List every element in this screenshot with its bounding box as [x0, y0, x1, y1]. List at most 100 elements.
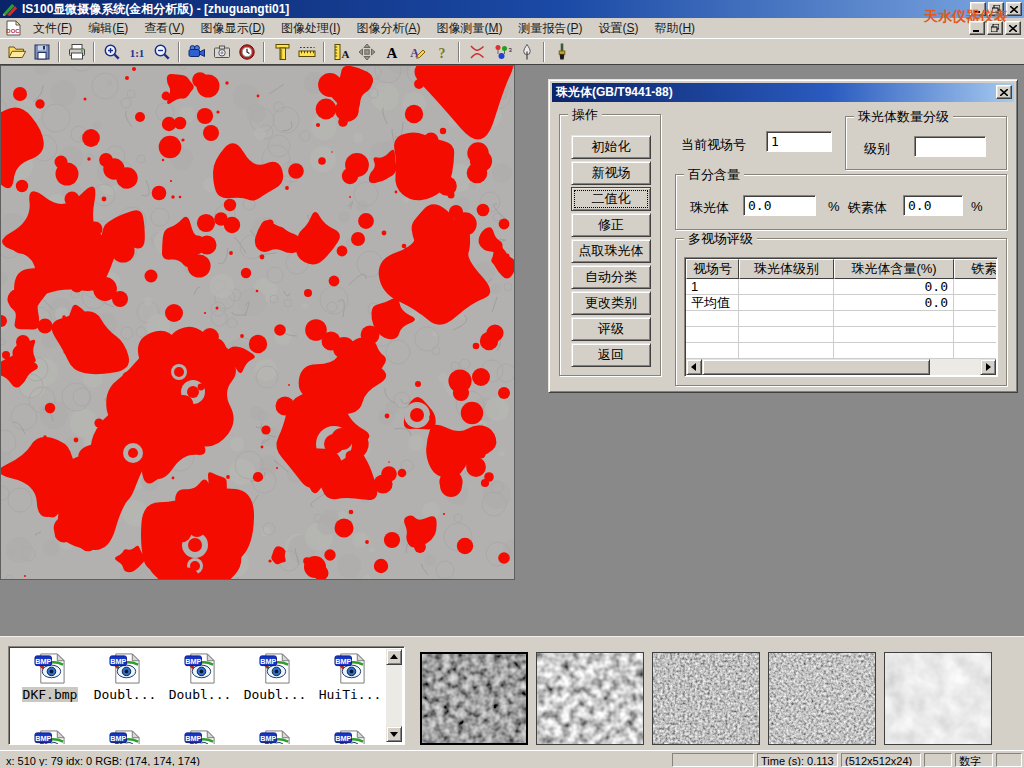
- grade-input[interactable]: [914, 136, 986, 157]
- menu-item-settings[interactable]: 设置(S): [590, 17, 646, 40]
- column-header[interactable]: 铁素体含量(%): [954, 259, 996, 279]
- table-row[interactable]: [686, 343, 996, 359]
- pearlite-input[interactable]: 0.0: [743, 195, 816, 216]
- pen-button[interactable]: [514, 40, 539, 63]
- correct-button[interactable]: 修正: [571, 213, 651, 237]
- menu-item-image-measure[interactable]: 图像测量(M): [428, 17, 510, 40]
- table-horizontal-scrollbar[interactable]: [686, 359, 996, 375]
- zoom-out-button[interactable]: [149, 40, 174, 63]
- print-button[interactable]: [64, 40, 89, 63]
- open-button[interactable]: [4, 40, 29, 63]
- file-item[interactable]: Doubl...: [163, 652, 237, 702]
- file-item[interactable]: [238, 729, 312, 745]
- file-item[interactable]: [313, 729, 387, 745]
- video-camera-button[interactable]: [184, 40, 209, 63]
- image-size: (512x512x24): [845, 755, 912, 767]
- scroll-left-button[interactable]: [686, 359, 702, 375]
- thumbnail-2[interactable]: [536, 652, 644, 745]
- grade-button[interactable]: 评级: [571, 317, 651, 341]
- toolbar-separator: [323, 42, 325, 62]
- dialog-close-button[interactable]: [996, 85, 1012, 99]
- table-row[interactable]: 平均值0.0: [686, 295, 996, 311]
- save-icon: [32, 42, 52, 62]
- file-item[interactable]: HuiTi...: [313, 652, 387, 702]
- scroll-up-button[interactable]: [386, 649, 402, 665]
- brush-button[interactable]: [549, 40, 574, 63]
- scroll-right-button[interactable]: [980, 359, 996, 375]
- table-cell: [954, 343, 996, 358]
- initialize-button[interactable]: 初始化: [571, 135, 651, 159]
- return-button[interactable]: 返回: [571, 343, 651, 367]
- table-row[interactable]: [686, 311, 996, 327]
- help-button[interactable]: ?: [429, 40, 454, 63]
- file-item[interactable]: DKF.bmp: [13, 652, 87, 702]
- table-cell: [739, 343, 834, 358]
- text-button[interactable]: A: [379, 40, 404, 63]
- thumbnail-5[interactable]: [884, 652, 992, 745]
- caliper-button[interactable]: A: [329, 40, 354, 63]
- zoom-in-button[interactable]: [99, 40, 124, 63]
- pick-pearlite-button[interactable]: 点取珠光体: [571, 239, 651, 263]
- new-field-button[interactable]: 新视场: [571, 161, 651, 185]
- file-name: HuiTi...: [318, 687, 383, 702]
- actual-size-button[interactable]: 1:1: [124, 40, 149, 63]
- table-row[interactable]: [686, 327, 996, 343]
- file-item[interactable]: [13, 729, 87, 745]
- menu-item-measure-report[interactable]: 测量报告(P): [510, 17, 590, 40]
- change-class-button[interactable]: 更改类别: [571, 291, 651, 315]
- micrograph-image[interactable]: [0, 65, 515, 580]
- save-button[interactable]: [29, 40, 54, 63]
- menu-item-help[interactable]: 帮助(H): [646, 17, 703, 40]
- dialog-title-bar[interactable]: 珠光体(GB/T9441-88): [552, 83, 1014, 102]
- file-scrollbar[interactable]: [386, 649, 402, 742]
- ruler-vertical-button[interactable]: [269, 40, 294, 63]
- file-item[interactable]: Doubl...: [88, 652, 162, 702]
- current-field-input[interactable]: 1: [766, 131, 832, 152]
- scroll-down-button[interactable]: [386, 726, 402, 742]
- menu-item-edit[interactable]: 编辑(E): [80, 17, 136, 40]
- scrollbar-track[interactable]: [930, 359, 980, 375]
- ferrite-input[interactable]: 0.0: [903, 195, 963, 216]
- mdi-minimize-button[interactable]: [969, 21, 985, 35]
- menu-item-image-display[interactable]: 图像显示(D): [192, 17, 273, 40]
- file-item[interactable]: [88, 729, 162, 745]
- clock-button[interactable]: [234, 40, 259, 63]
- auto-classify-button[interactable]: 自动分类: [571, 265, 651, 289]
- menu-item-image-process[interactable]: 图像处理(I): [273, 17, 348, 40]
- file-item[interactable]: [163, 729, 237, 745]
- curve-button[interactable]: [464, 40, 489, 63]
- thumbnail-3[interactable]: [652, 652, 760, 745]
- table-cell: [686, 311, 739, 326]
- status-empty-panel-1: [672, 753, 754, 767]
- menu-item-view[interactable]: 查看(V): [136, 17, 192, 40]
- file-browser: DKF.bmpDoubl...Doubl...Doubl...HuiTi...: [8, 646, 405, 745]
- thumbnail-4[interactable]: [768, 652, 876, 745]
- close-button[interactable]: [1006, 2, 1022, 16]
- menu-item-file[interactable]: 文件(F): [25, 17, 80, 40]
- toolbar-separator: [58, 42, 60, 62]
- column-header[interactable]: 珠光体含量(%): [834, 259, 954, 279]
- move-cross-button[interactable]: [354, 40, 379, 63]
- thumbnail-1[interactable]: [420, 652, 528, 745]
- mdi-restore-button[interactable]: [987, 21, 1003, 35]
- file-item[interactable]: Doubl...: [238, 652, 312, 702]
- scrollbar-thumb[interactable]: [702, 359, 930, 375]
- annotate-icon: A: [407, 42, 427, 62]
- toolbar: 1:1AAA?3: [0, 38, 1024, 64]
- document-icon[interactable]: DOC: [5, 20, 22, 36]
- bmp-file-icon: [184, 729, 217, 745]
- mdi-close-button[interactable]: [1005, 21, 1021, 35]
- binarize-button[interactable]: 二值化: [571, 187, 651, 211]
- current-field-label: 当前视场号: [681, 136, 746, 154]
- table-cell: 0.0: [834, 279, 954, 294]
- table-row[interactable]: 10.0: [686, 279, 996, 295]
- markers-button[interactable]: 3: [489, 40, 514, 63]
- menu-item-image-analysis[interactable]: 图像分析(A): [348, 17, 428, 40]
- annotate-button[interactable]: A: [404, 40, 429, 63]
- column-header[interactable]: 视场号: [686, 259, 739, 279]
- workspace: 珠光体(GB/T9441-88) 操作 初始化新视场二值化修正点取珠光体自动分类…: [0, 64, 1024, 636]
- toolbar-separator: [543, 42, 545, 62]
- camera-button[interactable]: [209, 40, 234, 63]
- column-header[interactable]: 珠光体级别: [739, 259, 834, 279]
- ruler-horizontal-button[interactable]: [294, 40, 319, 63]
